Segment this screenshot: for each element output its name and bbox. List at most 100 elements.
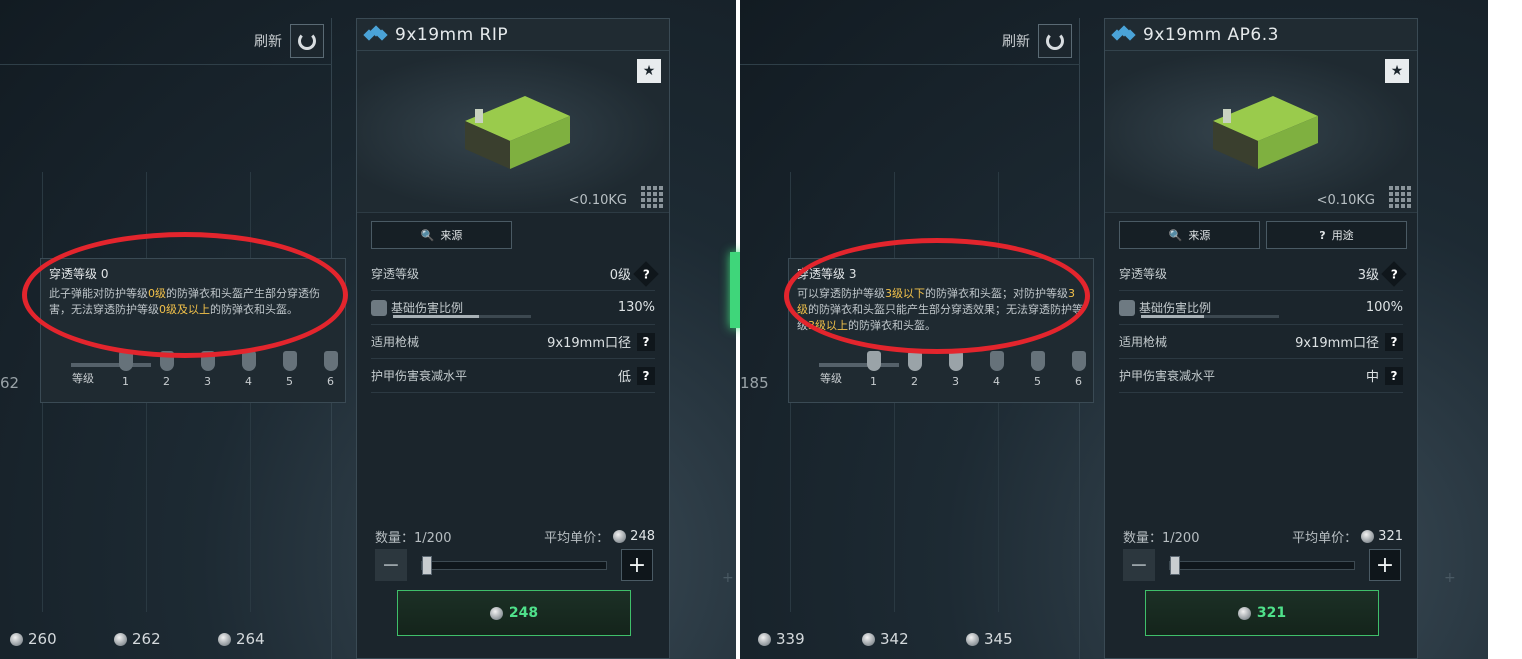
help-icon[interactable]: ?	[637, 332, 655, 351]
shield-icon	[948, 351, 963, 371]
panel-divider	[0, 64, 332, 65]
coin-icon	[1361, 530, 1375, 543]
item-weight: <0.10KG	[568, 193, 627, 208]
coin-icon	[114, 632, 127, 646]
stat-damage: 基础伤害比例 130%	[371, 291, 655, 325]
level-6: 6	[1058, 351, 1099, 388]
search-icon: 🔍	[1168, 228, 1183, 242]
damage-icon	[1119, 299, 1135, 316]
level-label: 等级	[72, 372, 94, 385]
coin-icon	[613, 530, 627, 543]
level-6: 6	[310, 351, 351, 388]
shield-icon	[323, 351, 338, 371]
coin-icon	[966, 632, 979, 646]
card-buttons: 🔍 来源 ? 用途	[1105, 213, 1417, 257]
source-button[interactable]: 🔍 来源	[1119, 221, 1260, 249]
stat-weapon: 适用枪械 9x19mm口径?	[371, 325, 655, 359]
item-header: 9x19mm RIP	[357, 19, 669, 51]
quantity-row: 数量：1/200 平均单价： 248	[375, 529, 655, 546]
shield-icon	[989, 351, 1004, 371]
question-icon: ?	[1319, 228, 1326, 242]
refresh-label: 刷新	[1002, 34, 1030, 50]
source-button[interactable]: 🔍 来源	[371, 221, 512, 249]
refresh-button[interactable]	[1038, 24, 1072, 58]
increase-button[interactable]: +	[621, 549, 653, 581]
increase-button[interactable]: +	[1369, 549, 1401, 581]
buy-button[interactable]: 248	[397, 590, 631, 636]
decor-plus: +	[722, 570, 734, 586]
help-icon[interactable]: ?	[1381, 260, 1407, 287]
slider-track[interactable]	[1169, 555, 1355, 575]
level-1: 1	[105, 351, 146, 388]
slider-track[interactable]	[421, 555, 607, 575]
price-tick: 262	[114, 630, 218, 648]
price-tick: 342	[862, 630, 966, 648]
shield-icon	[866, 351, 881, 371]
shield-icon	[1071, 351, 1086, 371]
coin-icon	[1237, 606, 1251, 620]
shield-icon	[241, 351, 256, 371]
price-axis: 339 342 345	[758, 630, 1070, 648]
damage-icon	[371, 299, 387, 316]
decrease-button[interactable]: −	[1123, 549, 1155, 581]
quantity-slider: − +	[1123, 549, 1401, 581]
item-title: 9x19mm AP6.3	[1143, 24, 1279, 45]
favorite-star-button[interactable]: ★	[637, 59, 661, 83]
price-tick: 339	[758, 630, 862, 648]
panel-divider	[740, 64, 1080, 65]
buy-button[interactable]: 321	[1145, 590, 1379, 636]
item-title: 9x19mm RIP	[395, 24, 509, 45]
refresh-icon	[298, 32, 316, 50]
item-header: 9x19mm AP6.3	[1105, 19, 1417, 51]
stat-armor-decay: 护甲伤害衰减水平 低?	[371, 359, 655, 393]
price-axis: 260 262 264	[10, 630, 322, 648]
diamond-icon	[1111, 24, 1136, 43]
item-image: ★ <0.10KG	[1105, 51, 1417, 213]
stat-armor-decay: 护甲伤害衰减水平 中?	[1119, 359, 1403, 393]
usage-button[interactable]: ? 用途	[1266, 221, 1407, 249]
level-3: 3	[935, 351, 976, 388]
quantity-row: 数量：1/200 平均单价： 321	[1123, 529, 1403, 546]
shield-icon	[1030, 351, 1045, 371]
favorite-star-button[interactable]: ★	[1385, 59, 1409, 83]
search-icon: 🔍	[420, 228, 435, 242]
stat-damage: 基础伤害比例 100%	[1119, 291, 1403, 325]
coin-icon	[758, 632, 771, 646]
help-icon[interactable]: ?	[1385, 332, 1403, 351]
refresh-button[interactable]	[290, 24, 324, 58]
coin-icon	[489, 606, 503, 620]
level-scale: 等级 1 2 3 4 5 6	[809, 351, 1099, 388]
quantity-label: 数量：1/200	[375, 531, 452, 546]
damage-bar	[1141, 315, 1279, 318]
help-icon[interactable]: ?	[637, 366, 655, 385]
ammo-box-icon	[1213, 96, 1318, 169]
card-buttons: 🔍 来源	[357, 213, 669, 257]
coin-icon	[218, 632, 231, 646]
level-label: 等级	[820, 372, 842, 385]
left-screenshot: 刷新 62 260 262 264 穿透等级 0 此子弹能对防护等级0级的防弹衣…	[0, 0, 736, 659]
level-1: 1	[853, 351, 894, 388]
refresh-control[interactable]: 刷新	[254, 24, 324, 58]
item-card: 9x19mm RIP ★ <0.10KG 🔍 来源 穿透等级 0级? 基础伤害比例…	[356, 18, 670, 659]
shield-icon	[282, 351, 297, 371]
slider-thumb[interactable]	[1170, 555, 1180, 575]
decrease-button[interactable]: −	[375, 549, 407, 581]
item-weight: <0.10KG	[1316, 193, 1375, 208]
axis-value: 185	[740, 374, 769, 392]
level-5: 5	[1017, 351, 1058, 388]
annotation-circle	[784, 238, 1090, 354]
quantity-label: 数量：1/200	[1123, 531, 1200, 546]
help-icon[interactable]: ?	[633, 260, 659, 287]
stat-penetration: 穿透等级 0级?	[371, 257, 659, 291]
refresh-label: 刷新	[254, 34, 282, 50]
item-card: 9x19mm AP6.3 ★ <0.10KG 🔍 来源 ? 用途 穿透等级 3级? …	[1104, 18, 1418, 659]
price-tick: 264	[218, 630, 322, 648]
refresh-control[interactable]: 刷新	[1002, 24, 1072, 58]
price-tick: 260	[10, 630, 114, 648]
slider-thumb[interactable]	[422, 555, 432, 575]
axis-value: 62	[0, 374, 20, 392]
level-5: 5	[269, 351, 310, 388]
help-icon[interactable]: ?	[1385, 366, 1403, 385]
coin-icon	[862, 632, 875, 646]
decor-plus: +	[1444, 570, 1456, 586]
